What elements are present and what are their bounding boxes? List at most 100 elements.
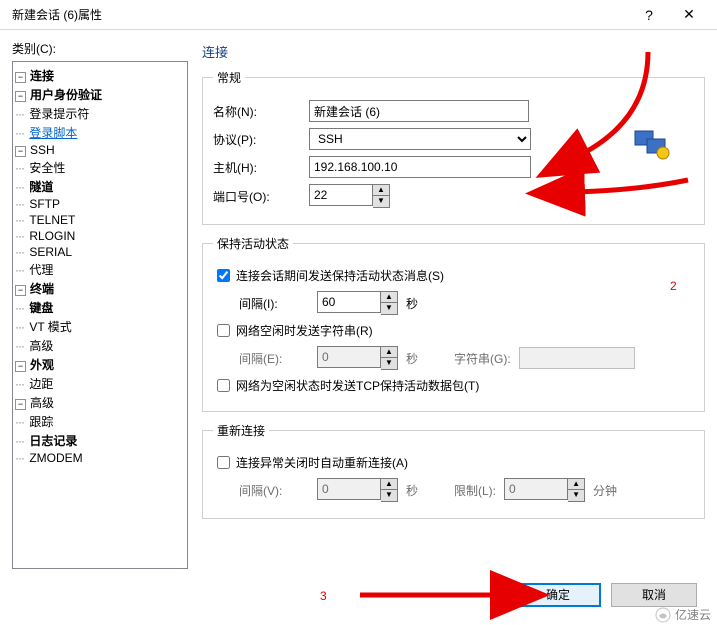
tree-item-label[interactable]: 边距	[27, 375, 55, 392]
tree-item-label[interactable]: 日志记录	[27, 432, 79, 449]
tree-leaf-icon: ···	[15, 161, 24, 175]
tree-item[interactable]: ··· 日志记录	[15, 431, 185, 450]
tree-item[interactable]: ··· 代理	[15, 260, 185, 279]
port-down-icon[interactable]: ▼	[373, 196, 389, 207]
tree-item-label[interactable]: SERIAL	[27, 245, 74, 259]
tree-item[interactable]: ··· SFTP	[15, 196, 185, 212]
host-input[interactable]	[309, 156, 531, 178]
tree-item[interactable]: ··· 键盘	[15, 298, 185, 317]
tree-item[interactable]: −SSH	[15, 142, 185, 158]
close-button[interactable]: ✕	[669, 6, 709, 23]
tree-item-label[interactable]: ZMODEM	[27, 451, 84, 465]
tree-item[interactable]: −用户身份验证	[15, 85, 185, 104]
auto-reconnect-checkbox[interactable]	[217, 456, 230, 469]
tree-item-label[interactable]: RLOGIN	[27, 229, 77, 243]
keepalive-group: 保持活动状态 连接会话期间发送保持活动状态消息(S) 间隔(I): ▲▼ 秒 网…	[202, 235, 705, 412]
host-label: 主机(H):	[213, 159, 309, 176]
tree-item[interactable]: −终端	[15, 279, 185, 298]
interval-v-label: 间隔(V):	[239, 482, 317, 499]
tree-item[interactable]: ··· 跟踪	[15, 412, 185, 431]
tree-leaf-icon: ···	[15, 229, 24, 243]
tree-item-label[interactable]: 隧道	[27, 178, 55, 195]
tree-toggle-icon[interactable]: −	[15, 361, 26, 372]
port-input[interactable]	[309, 184, 373, 206]
tree-leaf-icon: ···	[15, 245, 24, 259]
send-string-label: 网络空闲时发送字符串(R)	[236, 322, 373, 339]
tree-item[interactable]: ··· 安全性	[15, 158, 185, 177]
interval-e-spinner: ▲▼	[317, 346, 398, 370]
tcp-keepalive-checkbox[interactable]	[217, 379, 230, 392]
tree-item-label[interactable]: SFTP	[27, 197, 62, 211]
general-legend: 常规	[213, 69, 245, 86]
category-label: 类别(C):	[12, 40, 188, 57]
name-input[interactable]	[309, 100, 529, 122]
send-msg-checkbox[interactable]	[217, 269, 230, 282]
tree-item-label[interactable]: 高级	[27, 337, 55, 354]
tree-item[interactable]: ··· TELNET	[15, 212, 185, 228]
interval-v-input	[317, 478, 381, 500]
general-group: 常规 名称(N): 协议(P): SSH 主机(H): 端口号(O): ▲▼	[202, 69, 705, 225]
tree-item-label[interactable]: 高级	[28, 394, 56, 411]
tree-leaf-icon: ···	[15, 180, 24, 194]
port-up-icon[interactable]: ▲	[373, 185, 389, 196]
tree-item[interactable]: ··· SERIAL	[15, 244, 185, 260]
tree-item[interactable]: ··· VT 模式	[15, 317, 185, 336]
tree-leaf-icon: ···	[15, 451, 24, 465]
protocol-select[interactable]: SSH	[309, 128, 531, 150]
tree-item-label[interactable]: 键盘	[27, 299, 55, 316]
tree-item[interactable]: −高级	[15, 393, 185, 412]
tree-item-label[interactable]: 登录提示符	[27, 105, 91, 122]
tree-item-label[interactable]: 连接	[28, 67, 56, 84]
tree-leaf-icon: ···	[15, 339, 24, 353]
tree-toggle-icon[interactable]: −	[15, 72, 26, 83]
tree-leaf-icon: ···	[15, 213, 24, 227]
tree-item-label[interactable]: 登录脚本	[27, 124, 79, 141]
window-title: 新建会话 (6)属性	[8, 6, 629, 23]
interval-e-input	[317, 346, 381, 368]
tree-item[interactable]: ··· 边距	[15, 374, 185, 393]
tree-item-label[interactable]: 跟踪	[27, 413, 55, 430]
string-input	[519, 347, 635, 369]
tree-leaf-icon: ···	[15, 107, 24, 121]
sec-unit: 秒	[406, 295, 418, 312]
category-tree[interactable]: −连接−用户身份验证··· 登录提示符··· 登录脚本−SSH··· 安全性··…	[12, 61, 188, 569]
port-spinner[interactable]: ▲▼	[309, 184, 390, 208]
tree-toggle-icon[interactable]: −	[15, 91, 26, 102]
panel-title: 连接	[202, 42, 705, 61]
tree-item-label[interactable]: 终端	[28, 280, 56, 297]
tree-item[interactable]: ··· RLOGIN	[15, 228, 185, 244]
tree-item-label[interactable]: TELNET	[27, 213, 77, 227]
spin-down-icon[interactable]: ▼	[381, 303, 397, 314]
tree-toggle-icon[interactable]: −	[15, 285, 26, 296]
tree-item-label[interactable]: 代理	[27, 261, 55, 278]
interval-i-input[interactable]	[317, 291, 381, 313]
interval-i-spinner[interactable]: ▲▼	[317, 291, 398, 315]
tree-item[interactable]: ··· ZMODEM	[15, 450, 185, 466]
send-string-checkbox[interactable]	[217, 324, 230, 337]
tree-item[interactable]: ··· 登录脚本	[15, 123, 185, 142]
tree-item-label[interactable]: 外观	[28, 356, 56, 373]
titlebar: 新建会话 (6)属性 ? ✕	[0, 0, 717, 30]
auto-reconnect-label: 连接异常关闭时自动重新连接(A)	[236, 454, 408, 471]
tree-item-label[interactable]: 安全性	[27, 159, 67, 176]
spin-up-icon[interactable]: ▲	[381, 292, 397, 303]
tree-item-label[interactable]: 用户身份验证	[28, 86, 104, 103]
tree-toggle-icon[interactable]: −	[15, 399, 26, 410]
tree-item[interactable]: ··· 登录提示符	[15, 104, 185, 123]
reconnect-legend: 重新连接	[213, 422, 269, 439]
tree-item[interactable]: −外观	[15, 355, 185, 374]
tree-item-label[interactable]: SSH	[28, 143, 57, 157]
sec-unit: 秒	[406, 350, 418, 367]
min-unit: 分钟	[593, 482, 617, 499]
cancel-button[interactable]: 取消	[611, 583, 697, 607]
interval-v-spinner: ▲▼	[317, 478, 398, 502]
tree-item[interactable]: ··· 高级	[15, 336, 185, 355]
tree-leaf-icon: ···	[15, 197, 24, 211]
ok-button[interactable]: 确定	[515, 583, 601, 607]
help-button[interactable]: ?	[629, 7, 669, 23]
interval-i-label: 间隔(I):	[239, 295, 317, 312]
tree-item-label[interactable]: VT 模式	[27, 318, 73, 335]
tree-item[interactable]: ··· 隧道	[15, 177, 185, 196]
tree-toggle-icon[interactable]: −	[15, 146, 26, 157]
tree-item[interactable]: −连接	[15, 66, 185, 85]
